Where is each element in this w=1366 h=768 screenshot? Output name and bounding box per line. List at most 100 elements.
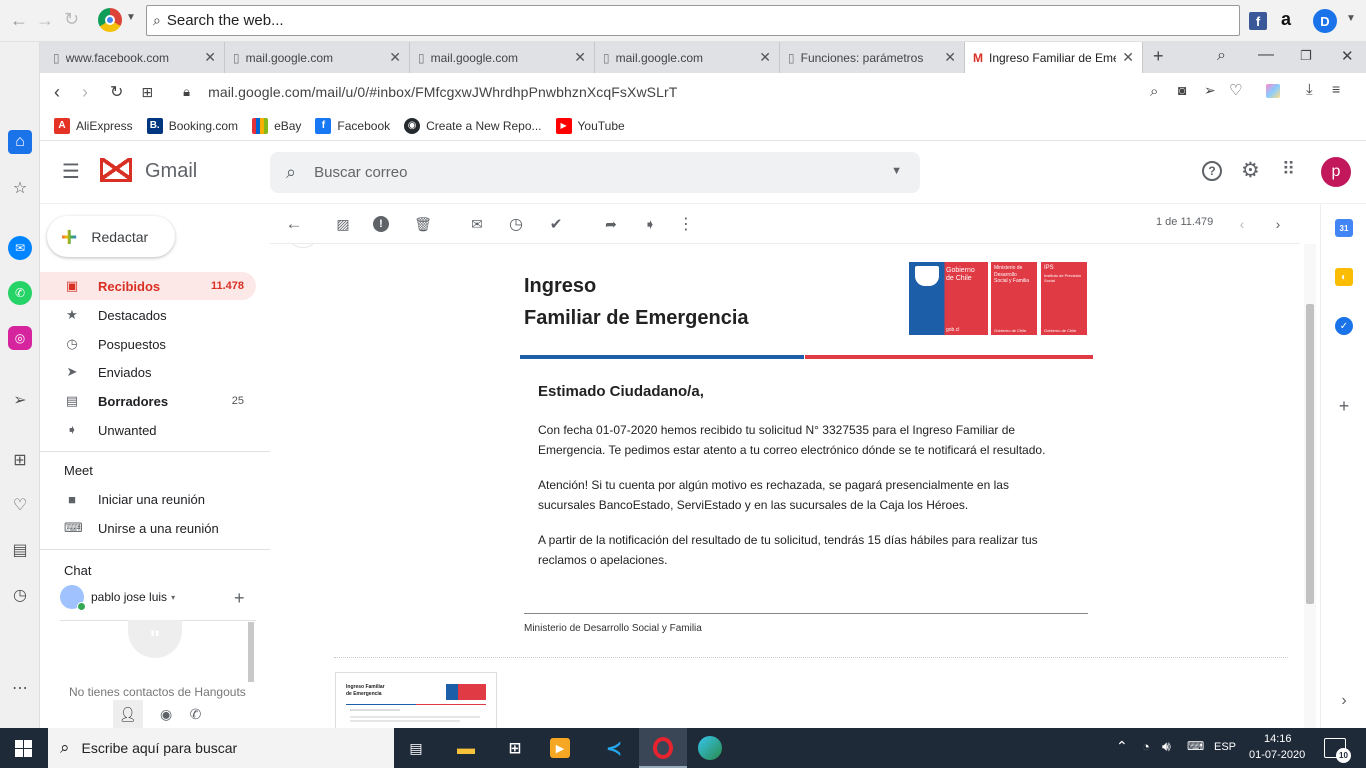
close-icon[interactable]: ✕: [204, 49, 216, 66]
help-icon[interactable]: ?: [1202, 161, 1222, 181]
reload-icon[interactable]: ↻: [110, 82, 123, 102]
wifi-icon[interactable]: ◔: [1142, 739, 1150, 754]
windows-start-icon[interactable]: [15, 740, 32, 757]
chevron-left-icon[interactable]: ‹: [1232, 214, 1252, 234]
file-explorer-icon[interactable]: ▬: [452, 734, 480, 762]
cube-extension-icon[interactable]: [1266, 84, 1280, 98]
new-tab-plus-icon[interactable]: +: [1153, 46, 1164, 67]
camera-icon[interactable]: ◙: [1178, 82, 1186, 98]
tab-mail-3[interactable]: ▯ mail.google.com ✕: [595, 42, 780, 73]
add-addon-plus-icon[interactable]: +: [1335, 396, 1353, 416]
more-icon[interactable]: ⋯: [8, 676, 32, 700]
compose-button[interactable]: + Redactar: [47, 216, 175, 257]
back-arrow-icon[interactable]: ←: [10, 10, 28, 31]
amazon-extension-icon[interactable]: a: [1281, 9, 1291, 30]
meet-join[interactable]: ⌨ Unirse a una reunión: [40, 514, 256, 542]
heart-icon[interactable]: ♡: [8, 493, 32, 517]
nav-item-drafts[interactable]: ▤ Borradores 25: [40, 387, 256, 415]
bookmark-youtube[interactable]: ▶ YouTube: [555, 117, 625, 134]
minimize-icon[interactable]: —: [1258, 46, 1274, 64]
search-options-icon[interactable]: ▼: [891, 165, 902, 177]
mark-unread-icon[interactable]: ✉: [467, 214, 487, 234]
taskbar-search-box[interactable]: ⌕ Escribe aquí para buscar: [48, 728, 394, 768]
hangouts-icon[interactable]: ◉: [160, 706, 172, 723]
trash-icon[interactable]: 🗑︎: [413, 214, 433, 234]
forward-arrow-icon[interactable]: ›: [82, 82, 88, 103]
snooze-clock-icon[interactable]: ◷: [506, 214, 526, 234]
close-icon[interactable]: ✕: [944, 49, 956, 66]
chevron-right-icon[interactable]: ›: [1268, 214, 1288, 234]
opera-taskbar-active[interactable]: [639, 728, 687, 768]
back-arrow-icon[interactable]: ‹: [54, 82, 60, 103]
nav-item-snoozed[interactable]: ◷ Pospuestos: [40, 330, 256, 358]
store-icon[interactable]: ⊞: [501, 734, 529, 762]
close-icon[interactable]: ✕: [1122, 49, 1134, 66]
reload-icon[interactable]: ↻: [64, 9, 79, 30]
gear-icon[interactable]: ⚙: [1241, 158, 1260, 183]
vscode-icon[interactable]: ≺: [600, 734, 628, 762]
tab-search-icon[interactable]: ⌕: [1217, 47, 1226, 65]
bookmark-booking[interactable]: B. Booking.com: [146, 117, 238, 134]
calendar-icon[interactable]: 31: [1335, 219, 1353, 237]
attachment-thumbnail[interactable]: Ingreso Familiar de Emergencia: [335, 672, 497, 728]
easy-setup-icon[interactable]: ≡: [1332, 81, 1340, 97]
bookmark-facebook[interactable]: f Facebook: [315, 117, 390, 134]
chevron-down-icon[interactable]: ▼: [126, 12, 136, 23]
facebook-extension-icon[interactable]: f: [1249, 12, 1267, 30]
forward-arrow-icon[interactable]: →: [36, 10, 54, 31]
clock-date[interactable]: 01-07-2020: [1249, 749, 1305, 761]
chat-user-row[interactable]: pablo jose luis ▾: [60, 584, 260, 611]
back-to-inbox-arrow-icon[interactable]: ←: [284, 214, 304, 234]
tasks-icon[interactable]: ✓: [1335, 317, 1353, 335]
move-to-icon[interactable]: ➦: [601, 214, 621, 234]
edge-icon[interactable]: [698, 736, 722, 760]
avatar[interactable]: p: [1321, 157, 1351, 187]
label-icon[interactable]: ➧: [640, 214, 660, 234]
send-icon[interactable]: ➢: [1204, 82, 1216, 99]
restore-icon[interactable]: ❐: [1300, 48, 1312, 64]
bookmark-ebay[interactable]: eBay: [252, 117, 301, 134]
archive-icon[interactable]: ▨: [333, 214, 353, 234]
speed-dial-icon[interactable]: ⊞: [141, 84, 153, 101]
send-icon[interactable]: ➢: [8, 388, 32, 412]
close-icon[interactable]: ✕: [389, 49, 401, 66]
download-icon[interactable]: ⤓: [1306, 81, 1313, 98]
nav-item-unwanted[interactable]: ➧ Unwanted: [40, 416, 256, 444]
main-menu-icon[interactable]: ☰: [62, 159, 80, 184]
web-search-box[interactable]: ⌕ Search the web...: [146, 5, 1240, 36]
message-scrollbar-thumb[interactable]: [1306, 304, 1314, 604]
chevron-right-icon[interactable]: ›: [1335, 692, 1353, 710]
chevron-down-icon[interactable]: ▼: [1346, 13, 1356, 24]
phone-icon[interactable]: ✆: [190, 706, 202, 723]
history-icon[interactable]: ◷: [8, 583, 32, 607]
bookmark-github[interactable]: ◉ Create a New Repo...: [404, 117, 542, 134]
whatsapp-icon[interactable]: ✆: [8, 281, 32, 305]
task-view-icon[interactable]: ▤: [402, 734, 430, 762]
news-icon[interactable]: ▤: [8, 538, 32, 562]
apps-grid-icon[interactable]: ⠿: [1282, 159, 1295, 180]
notification-center[interactable]: 10: [1324, 738, 1351, 763]
instagram-icon[interactable]: ◎: [8, 326, 32, 350]
tab-mail-1[interactable]: ▯ mail.google.com ✕: [225, 42, 410, 73]
messenger-icon[interactable]: ✉: [8, 236, 32, 260]
chevron-down-icon[interactable]: ▾: [171, 593, 175, 602]
close-icon[interactable]: ✕: [759, 49, 771, 66]
nav-item-sent[interactable]: ➤ Enviados: [40, 358, 256, 386]
tab-facebook[interactable]: ▯ www.facebook.com ✕: [45, 42, 225, 73]
person-icon[interactable]: 👤︎: [112, 700, 143, 728]
star-icon[interactable]: ☆: [8, 176, 32, 200]
volume-icon[interactable]: 🔊︎: [1162, 738, 1171, 755]
nav-item-inbox[interactable]: ▣ Recibidos 11.478: [40, 272, 256, 300]
home-icon[interactable]: ⌂: [8, 130, 32, 154]
bookmark-aliexpress[interactable]: A AliExpress: [54, 117, 133, 134]
nav-item-starred[interactable]: ★ Destacados: [40, 301, 256, 329]
search-icon[interactable]: ⌕: [286, 162, 296, 183]
url-field[interactable]: mail.google.com/mail/u/0/#inbox/FMfcgxwJ…: [208, 84, 677, 100]
keep-icon[interactable]: ◐: [1335, 268, 1353, 286]
apps-grid-icon[interactable]: ⊞: [8, 448, 32, 472]
tab-mail-2[interactable]: ▯ mail.google.com ✕: [410, 42, 595, 73]
window-close-icon[interactable]: ✕: [1341, 47, 1354, 65]
chat-scrollbar[interactable]: [248, 622, 254, 682]
heart-icon[interactable]: ♡: [1229, 81, 1242, 99]
language-indicator[interactable]: ESP: [1214, 741, 1236, 753]
